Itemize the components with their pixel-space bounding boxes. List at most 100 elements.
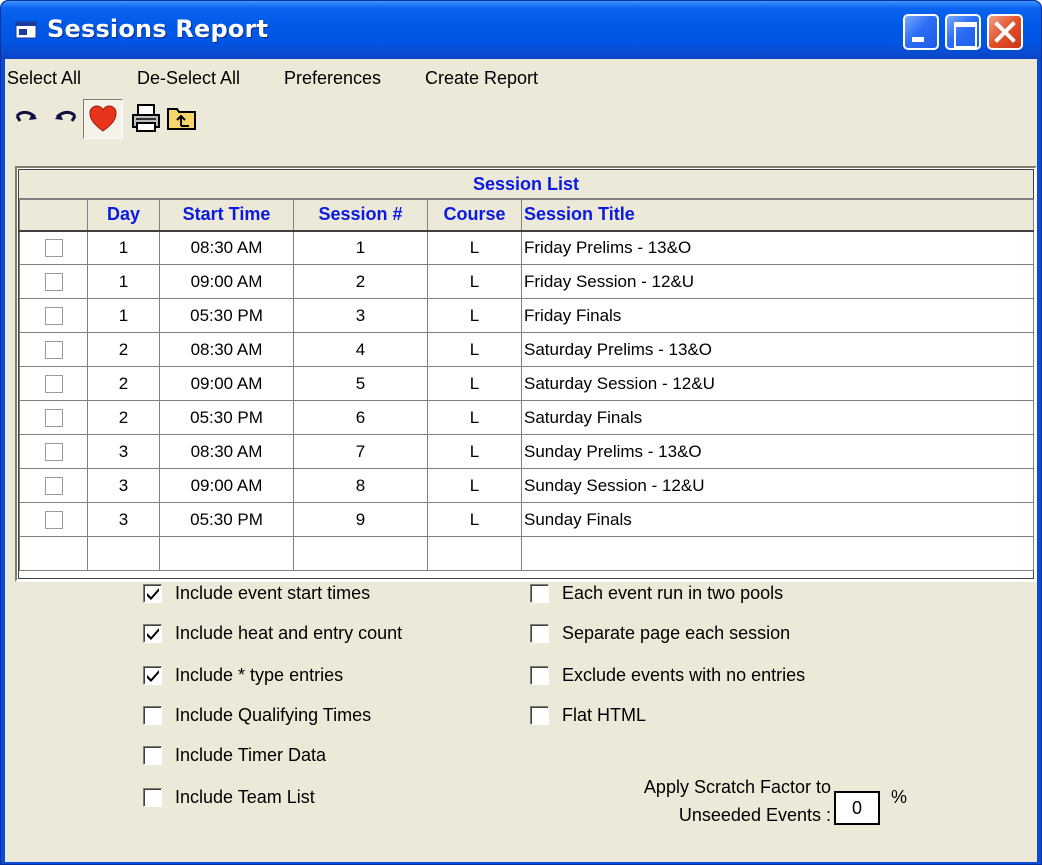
scratch-factor-input[interactable]: 0: [834, 791, 880, 825]
course-cell: L: [427, 468, 522, 503]
row-checkbox[interactable]: [44, 341, 63, 360]
row-checkbox[interactable]: [44, 307, 63, 326]
column-header-course[interactable]: Course: [427, 199, 522, 232]
course-cell: L: [427, 298, 522, 333]
session-title-cell: Saturday Prelims - 13&O: [521, 332, 1034, 367]
favorites-button[interactable]: [83, 99, 123, 139]
course-cell: L: [427, 366, 522, 401]
table-row[interactable]: 3 08:30 AM 7 L Sunday Prelims - 13&O: [19, 434, 1034, 469]
option-checkbox[interactable]: [143, 624, 162, 643]
column-header-day[interactable]: Day: [87, 199, 160, 232]
table-row[interactable]: 2 08:30 AM 4 L Saturday Prelims - 13&O: [19, 332, 1034, 367]
day-cell: 2: [87, 332, 160, 367]
table-row[interactable]: 1 09:00 AM 2 L Friday Session - 12&U: [19, 264, 1034, 299]
row-checkbox[interactable]: [44, 443, 63, 462]
maximize-button[interactable]: [945, 14, 981, 50]
table-row[interactable]: 1 08:30 AM 1 L Friday Prelims - 13&O: [19, 230, 1034, 265]
row-checkbox[interactable]: [44, 375, 63, 394]
course-cell: L: [427, 400, 522, 435]
table-row-empty[interactable]: [19, 536, 1034, 571]
start-time-cell: 08:30 AM: [159, 332, 294, 367]
day-cell: 1: [87, 230, 160, 265]
folder-up-icon[interactable]: [165, 101, 199, 135]
session-title-cell: Sunday Finals: [521, 502, 1034, 537]
redo-icon[interactable]: [11, 101, 45, 135]
session-number-cell: 7: [293, 434, 428, 469]
column-header-select: [19, 199, 88, 232]
session-title-cell: Friday Finals: [521, 298, 1034, 333]
option-checkbox[interactable]: [143, 666, 162, 685]
session-title-cell: Sunday Session - 12&U: [521, 468, 1034, 503]
table-row[interactable]: 2 09:00 AM 5 L Saturday Session - 12&U: [19, 366, 1034, 401]
option-label: Include * type entries: [175, 665, 344, 685]
option-label: Exclude events with no entries: [562, 665, 806, 685]
session-title-cell: Friday Prelims - 13&O: [521, 230, 1034, 265]
menu-deselect-all[interactable]: De-Select All: [137, 68, 240, 89]
option-label: Include event start times: [175, 583, 371, 603]
title-bar[interactable]: Sessions Report: [1, 1, 1041, 59]
empty-cell: [19, 536, 88, 571]
option-checkbox[interactable]: [530, 624, 549, 643]
column-header-session-number[interactable]: Session #: [293, 199, 428, 232]
option-label: Separate page each session: [562, 623, 791, 643]
option-checkbox[interactable]: [143, 746, 162, 765]
scratch-factor-label-line1: Apply Scratch Factor to: [643, 777, 831, 797]
session-number-cell: 6: [293, 400, 428, 435]
session-number-cell: 5: [293, 366, 428, 401]
day-cell: 3: [87, 468, 160, 503]
session-table: Day Start Time Session # Course Session …: [19, 199, 1034, 571]
menu-select-all[interactable]: Select All: [7, 68, 81, 89]
checkmark-icon: [147, 670, 159, 682]
session-title-cell: Sunday Prelims - 13&O: [521, 434, 1034, 469]
printer-icon[interactable]: [129, 101, 163, 135]
option-checkbox[interactable]: [530, 666, 549, 685]
course-cell: L: [427, 502, 522, 537]
table-row[interactable]: 3 05:30 PM 9 L Sunday Finals: [19, 502, 1034, 537]
start-time-cell: 05:30 PM: [159, 502, 294, 537]
row-checkbox[interactable]: [44, 239, 63, 258]
table-row[interactable]: 3 09:00 AM 8 L Sunday Session - 12&U: [19, 468, 1034, 503]
minimize-button[interactable]: [903, 14, 939, 50]
menu-bar: Select All De-Select All Preferences Cre…: [5, 59, 1037, 95]
day-cell: 2: [87, 366, 160, 401]
heart-icon: [89, 105, 117, 132]
row-select-cell: [19, 298, 88, 333]
row-select-cell: [19, 502, 88, 537]
close-button[interactable]: [987, 14, 1023, 50]
day-cell: 1: [87, 298, 160, 333]
row-checkbox[interactable]: [44, 511, 63, 530]
option-label: Include Qualifying Times: [175, 705, 372, 725]
menu-preferences[interactable]: Preferences: [284, 68, 381, 89]
course-cell: L: [427, 264, 522, 299]
column-header-start-time[interactable]: Start Time: [159, 199, 294, 232]
row-checkbox[interactable]: [44, 477, 63, 496]
undo-icon[interactable]: [47, 101, 81, 135]
option-checkbox[interactable]: [143, 706, 162, 725]
table-row[interactable]: 2 05:30 PM 6 L Saturday Finals: [19, 400, 1034, 435]
row-select-cell: [19, 332, 88, 367]
option-label: Include Team List: [175, 787, 315, 807]
start-time-cell: 05:30 PM: [159, 298, 294, 333]
row-checkbox[interactable]: [44, 273, 63, 292]
empty-cell: [427, 536, 522, 571]
option-checkbox[interactable]: [530, 706, 549, 725]
checkmark-icon: [147, 588, 159, 600]
option-checkbox[interactable]: [530, 584, 549, 603]
table-row[interactable]: 1 05:30 PM 3 L Friday Finals: [19, 298, 1034, 333]
option-checkbox[interactable]: [143, 788, 162, 807]
column-header-session-title[interactable]: Session Title: [521, 199, 1034, 232]
start-time-cell: 08:30 AM: [159, 230, 294, 265]
grid-body: Session List Day Start Time Session # Co…: [18, 169, 1034, 579]
option-label: Each event run in two pools: [562, 583, 784, 603]
option-label: Flat HTML: [562, 705, 647, 725]
empty-cell: [159, 536, 294, 571]
option-checkbox[interactable]: [143, 584, 162, 603]
menu-create-report[interactable]: Create Report: [425, 68, 538, 89]
window-title: Sessions Report: [47, 15, 269, 43]
course-cell: L: [427, 230, 522, 265]
session-list-grid: Session List Day Start Time Session # Co…: [15, 166, 1037, 582]
row-checkbox[interactable]: [44, 409, 63, 428]
session-title-cell: Saturday Finals: [521, 400, 1034, 435]
start-time-cell: 08:30 AM: [159, 434, 294, 469]
course-cell: L: [427, 434, 522, 469]
